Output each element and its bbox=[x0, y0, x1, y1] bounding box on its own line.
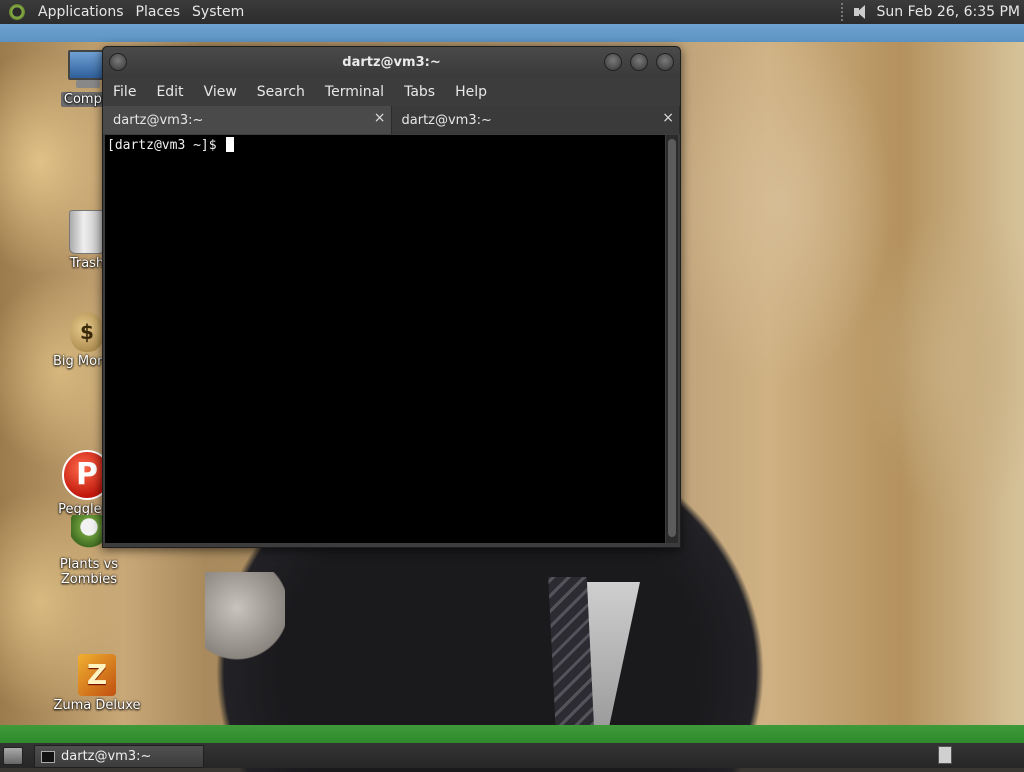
applications-logo-icon[interactable] bbox=[8, 3, 26, 21]
desktop-icon-zuma[interactable]: Z Zuma Deluxe bbox=[42, 654, 152, 713]
prompt-line: [dartz@vm3 ~]$ bbox=[107, 137, 235, 153]
terminal-tabs: dartz@vm3:~ × dartz@vm3:~ × bbox=[103, 106, 680, 134]
show-desktop-icon[interactable] bbox=[3, 747, 23, 765]
close-icon[interactable] bbox=[656, 53, 674, 71]
terminal-icon bbox=[41, 750, 55, 763]
clock[interactable]: Sun Feb 26, 6:35 PM bbox=[877, 4, 1020, 20]
top-panel-accent bbox=[0, 24, 1024, 42]
taskbar-label: dartz@vm3:~ bbox=[61, 749, 152, 764]
text-cursor bbox=[226, 137, 235, 152]
menu-view[interactable]: View bbox=[198, 84, 245, 100]
desktop-icon-label: Trash bbox=[69, 256, 105, 271]
panel-tray: Sun Feb 26, 6:35 PM bbox=[840, 0, 1020, 24]
tab-label: dartz@vm3:~ bbox=[113, 113, 204, 128]
tab-label: dartz@vm3:~ bbox=[401, 113, 492, 128]
menu-help[interactable]: Help bbox=[449, 84, 495, 100]
menu-tabs[interactable]: Tabs bbox=[398, 84, 443, 100]
money-bag-icon: $ bbox=[70, 312, 104, 352]
menu-system[interactable]: System bbox=[186, 4, 250, 20]
desktop-icon-label: Zuma Deluxe bbox=[53, 698, 141, 713]
zuma-icon: Z bbox=[78, 654, 116, 696]
minimize-icon[interactable] bbox=[604, 53, 622, 71]
taskbar-button-terminal[interactable]: dartz@vm3:~ bbox=[34, 745, 204, 768]
tab-1[interactable]: dartz@vm3:~ × bbox=[103, 106, 392, 134]
workspace-switcher[interactable] bbox=[938, 746, 952, 764]
terminal-menubar: File Edit View Search Terminal Tabs Help bbox=[103, 77, 680, 106]
wallpaper-hand bbox=[205, 572, 285, 662]
panel-handle[interactable] bbox=[840, 3, 847, 21]
menu-search[interactable]: Search bbox=[251, 84, 313, 100]
scrollbar-thumb[interactable] bbox=[668, 139, 676, 537]
menu-file[interactable]: File bbox=[107, 84, 144, 100]
maximize-icon[interactable] bbox=[630, 53, 648, 71]
prompt-text: [dartz@vm3 ~]$ bbox=[107, 138, 225, 153]
menu-applications[interactable]: Applications bbox=[32, 4, 130, 20]
top-panel: Applications Places System Sun Feb 26, 6… bbox=[0, 0, 1024, 24]
window-title: dartz@vm3:~ bbox=[342, 55, 441, 70]
menu-terminal[interactable]: Terminal bbox=[319, 84, 392, 100]
terminal-output[interactable]: [dartz@vm3 ~]$ bbox=[105, 135, 665, 543]
desktop-icon-label: Plants vs Zombies bbox=[59, 557, 119, 587]
terminal-window[interactable]: dartz@vm3:~ File Edit View Search Termin… bbox=[102, 46, 681, 548]
trash-icon bbox=[69, 210, 105, 254]
tab-close-icon[interactable]: × bbox=[662, 110, 674, 126]
bottom-panel: dartz@vm3:~ bbox=[0, 743, 1024, 768]
window-titlebar[interactable]: dartz@vm3:~ bbox=[103, 47, 680, 77]
tab-2[interactable]: dartz@vm3:~ × bbox=[391, 106, 680, 134]
menu-places[interactable]: Places bbox=[130, 4, 187, 20]
menu-edit[interactable]: Edit bbox=[150, 84, 191, 100]
tab-close-icon[interactable]: × bbox=[374, 110, 386, 126]
bottom-panel-accent bbox=[0, 725, 1024, 743]
scrollbar[interactable] bbox=[666, 135, 678, 543]
speaker-icon[interactable] bbox=[853, 4, 871, 20]
